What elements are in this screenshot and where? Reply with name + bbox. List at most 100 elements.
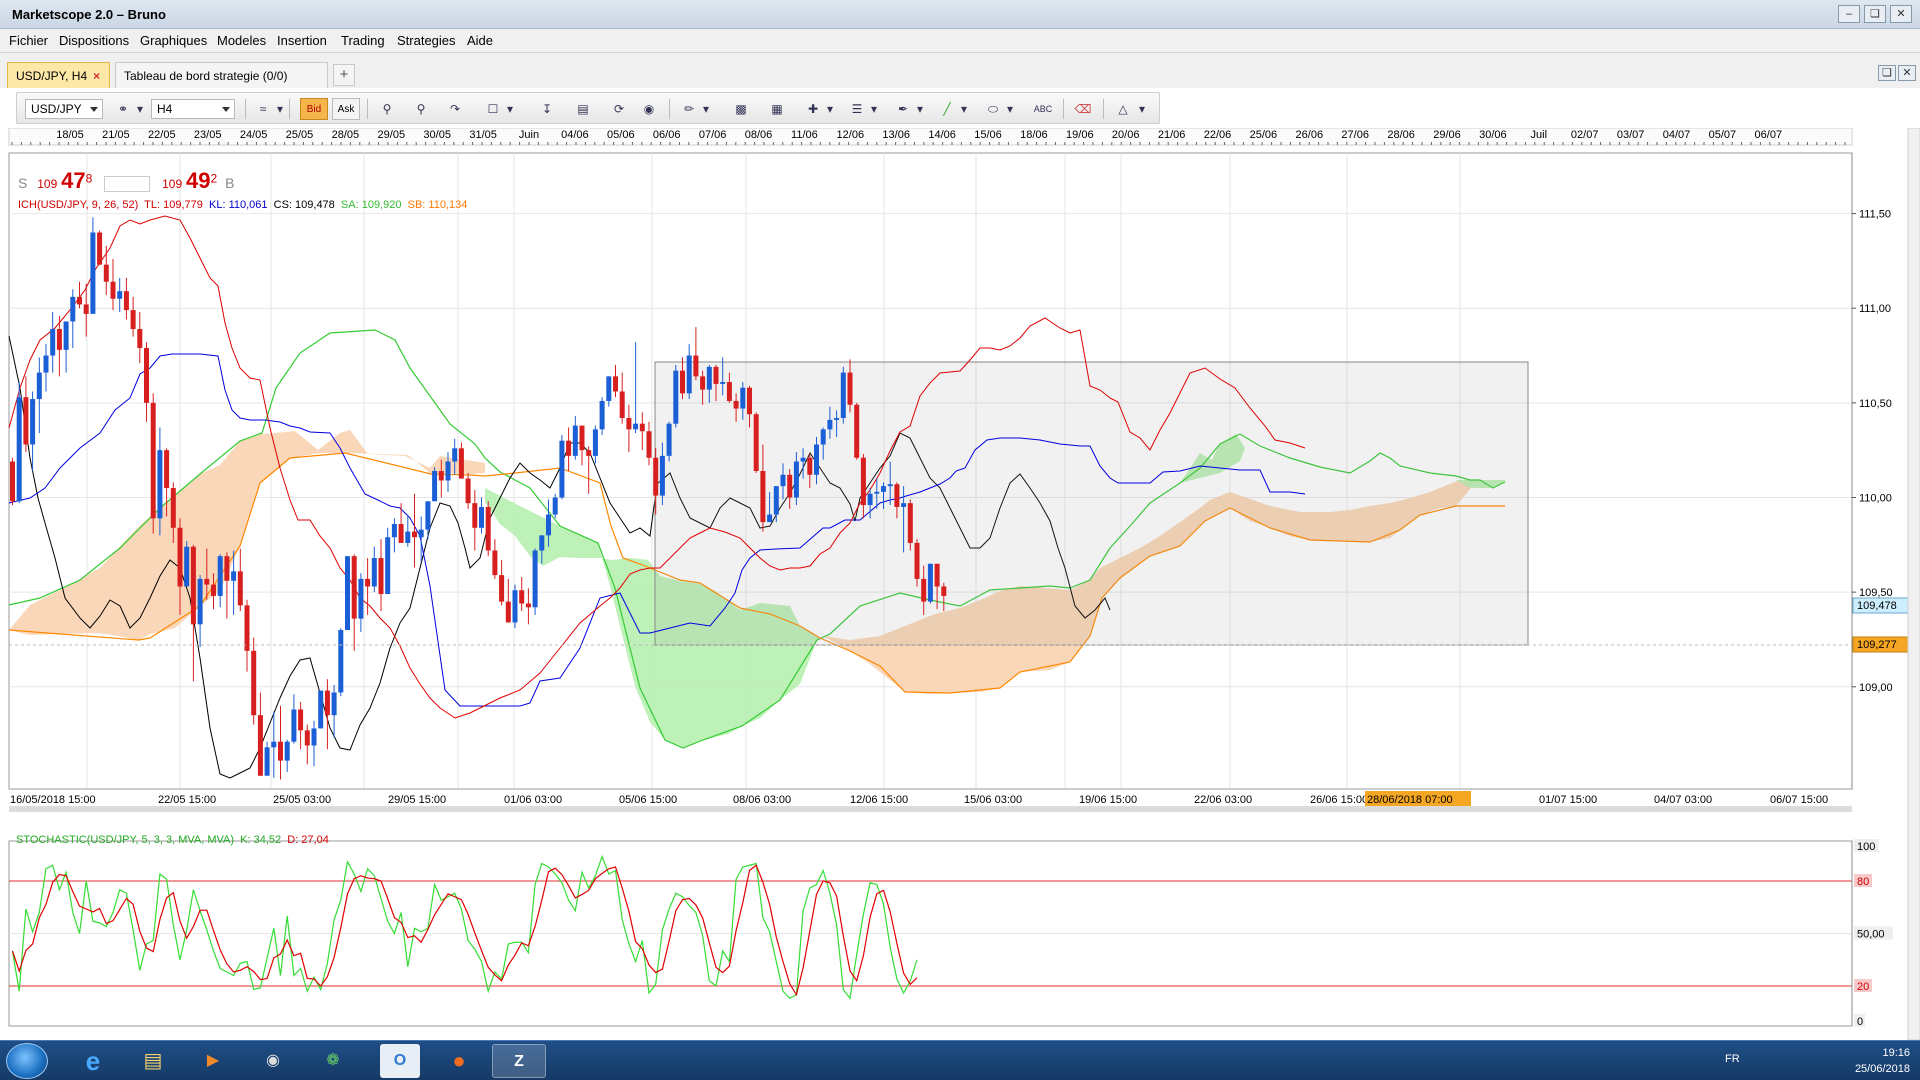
candle-body	[197, 578, 203, 625]
period-separator-icon[interactable]: ↧	[537, 100, 557, 118]
toolbar-separator	[367, 99, 368, 119]
top-date-label: 28/05	[332, 129, 360, 141]
strategy-icon[interactable]: ⟳	[609, 100, 629, 118]
file-explorer-icon[interactable]: ▤	[126, 1044, 180, 1078]
top-date-label: 13/06	[882, 129, 910, 141]
timeframe-dropdown[interactable]: H4	[151, 99, 235, 119]
ichimoku-name: ICH(USD/JPY, 9, 26, 52)	[18, 199, 139, 211]
menu-aide[interactable]: Aide	[467, 33, 493, 48]
menu-fichier[interactable]: Fichier	[9, 33, 48, 48]
start-button[interactable]	[6, 1043, 48, 1079]
candle-body	[204, 578, 210, 585]
chart-restore-button[interactable]: ❏	[1878, 65, 1896, 81]
candle-body	[680, 370, 685, 394]
zoom-out-icon[interactable]: ⚲	[411, 100, 431, 118]
media-player-icon[interactable]: ▶	[186, 1044, 240, 1078]
candle-body	[834, 418, 840, 420]
candle-body	[619, 391, 625, 418]
ichimoku-legend[interactable]: ICH(USD/JPY, 9, 26, 52) TL: 109,779 KL: …	[18, 199, 467, 211]
indicator-tree-icon[interactable]: △	[1113, 100, 1133, 118]
chart-area[interactable]: 18/05 21/05 22/05 23/05 24/05 25/05 28/05 29/05…	[0, 128, 1920, 1040]
amount-input[interactable]	[104, 176, 151, 193]
candle-body	[70, 296, 76, 322]
candle-body	[331, 692, 337, 716]
candle-body	[63, 321, 69, 350]
template-icon[interactable]: ▦	[767, 100, 787, 118]
firefox-icon[interactable]: ●	[432, 1044, 486, 1078]
chevron-down-icon	[222, 107, 230, 112]
tab-label: USD/JPY, H4	[16, 69, 88, 83]
chevron-down-icon[interactable]: ▾	[1005, 100, 1015, 118]
top-date-label: 21/06	[1158, 129, 1186, 141]
pencil-icon[interactable]: ✒	[893, 100, 913, 118]
candle-body	[653, 457, 659, 496]
link-icon[interactable]: ⚭	[113, 100, 133, 118]
menu-strategies[interactable]: Strategies	[397, 33, 456, 48]
chart-type-icon[interactable]: ≈	[253, 100, 273, 118]
chevron-down-icon[interactable]: ▾	[701, 100, 711, 118]
line-style-icon[interactable]: ☰	[847, 100, 867, 118]
eraser-icon[interactable]: ⌫	[1073, 100, 1093, 118]
tab-label: Tableau de bord strategie (0/0)	[124, 69, 288, 83]
network-app-icon[interactable]: ❁	[306, 1044, 360, 1078]
text-tool-icon[interactable]: ABC	[1033, 100, 1053, 118]
zoom-in-icon[interactable]: ⚲	[377, 100, 397, 118]
menu-trading[interactable]: Trading	[341, 33, 385, 48]
add-indicator-icon[interactable]: ▤	[573, 100, 593, 118]
ruler-icon[interactable]: ✏	[679, 100, 699, 118]
chart-canvas[interactable]: 18/05 21/05 22/05 23/05 24/05 25/05 28/05 29/05…	[0, 128, 1920, 1040]
crosshair-icon[interactable]: ✚	[803, 100, 823, 118]
system-clock[interactable]: 19:16 25/06/2018	[1855, 1045, 1910, 1077]
bid-button[interactable]: Bid	[300, 98, 328, 120]
trendline-icon[interactable]: ╱	[937, 100, 957, 118]
buy-price-pips[interactable]: 49	[186, 168, 210, 193]
chevron-down-icon[interactable]: ▾	[275, 100, 285, 118]
time-axis-label: 01/07 15:00	[1539, 794, 1597, 806]
toolbar-separator	[1063, 99, 1064, 119]
tab-strategy-dashboard[interactable]: Tableau de bord strategie (0/0)	[115, 62, 328, 88]
ask-button[interactable]: Ask	[332, 98, 360, 120]
outlook-icon[interactable]: O	[380, 1044, 420, 1078]
menu-modeles[interactable]: Modeles	[217, 33, 266, 48]
menu-graphiques[interactable]: Graphiques	[140, 33, 207, 48]
stochastic-axis-label: 20	[1857, 981, 1869, 993]
menu-dispositions[interactable]: Dispositions	[59, 33, 129, 48]
image-icon[interactable]: ▩	[731, 100, 751, 118]
chevron-down-icon[interactable]: ▾	[135, 100, 145, 118]
top-date-label: 22/05	[148, 129, 176, 141]
close-tab-icon[interactable]: ×	[93, 69, 100, 83]
stochastic-axis-label: 80	[1857, 876, 1869, 888]
ellipse-icon[interactable]: ⬭	[983, 100, 1003, 118]
tab-usdjpy-h4[interactable]: USD/JPY, H4 ×	[7, 62, 110, 88]
chart-close-button[interactable]: ✕	[1898, 65, 1916, 81]
symbol-dropdown[interactable]: USD/JPY	[25, 99, 103, 119]
chevron-down-icon[interactable]: ▾	[1137, 100, 1147, 118]
hp-icon[interactable]: ◉	[246, 1044, 300, 1078]
globe-icon[interactable]: ◉	[639, 100, 659, 118]
candle-body	[304, 730, 310, 746]
add-tab-button[interactable]: +	[333, 64, 355, 86]
chevron-down-icon[interactable]: ▾	[869, 100, 879, 118]
candle-body	[700, 376, 706, 390]
chevron-down-icon[interactable]: ▾	[825, 100, 835, 118]
candle-body	[820, 429, 826, 445]
chevron-down-icon[interactable]: ▾	[915, 100, 925, 118]
minimize-button[interactable]: –	[1838, 5, 1860, 23]
zoom-area-icon[interactable]: ☐	[483, 100, 503, 118]
close-button[interactable]: ✕	[1890, 5, 1912, 23]
language-indicator[interactable]: FR	[1725, 1053, 1740, 1065]
candle-body	[405, 531, 411, 543]
auto-scroll-icon[interactable]: ↷	[445, 100, 465, 118]
price-axis-label: 109,50	[1859, 587, 1893, 599]
candle-body	[499, 575, 505, 602]
top-date-label: 29/05	[378, 129, 406, 141]
internet-explorer-icon[interactable]: e	[66, 1044, 120, 1078]
restore-button[interactable]: ❏	[1864, 5, 1886, 23]
stochastic-legend[interactable]: STOCHASTIC(USD/JPY, 5, 3, 3, MVA, MVA) K…	[16, 834, 329, 846]
menu-insertion[interactable]: Insertion	[277, 33, 327, 48]
sell-price-pips[interactable]: 47	[61, 168, 85, 193]
top-date-label: 25/05	[286, 129, 314, 141]
chevron-down-icon[interactable]: ▾	[505, 100, 515, 118]
marketscope-taskbar-icon[interactable]: Z	[492, 1044, 546, 1078]
chevron-down-icon[interactable]: ▾	[959, 100, 969, 118]
